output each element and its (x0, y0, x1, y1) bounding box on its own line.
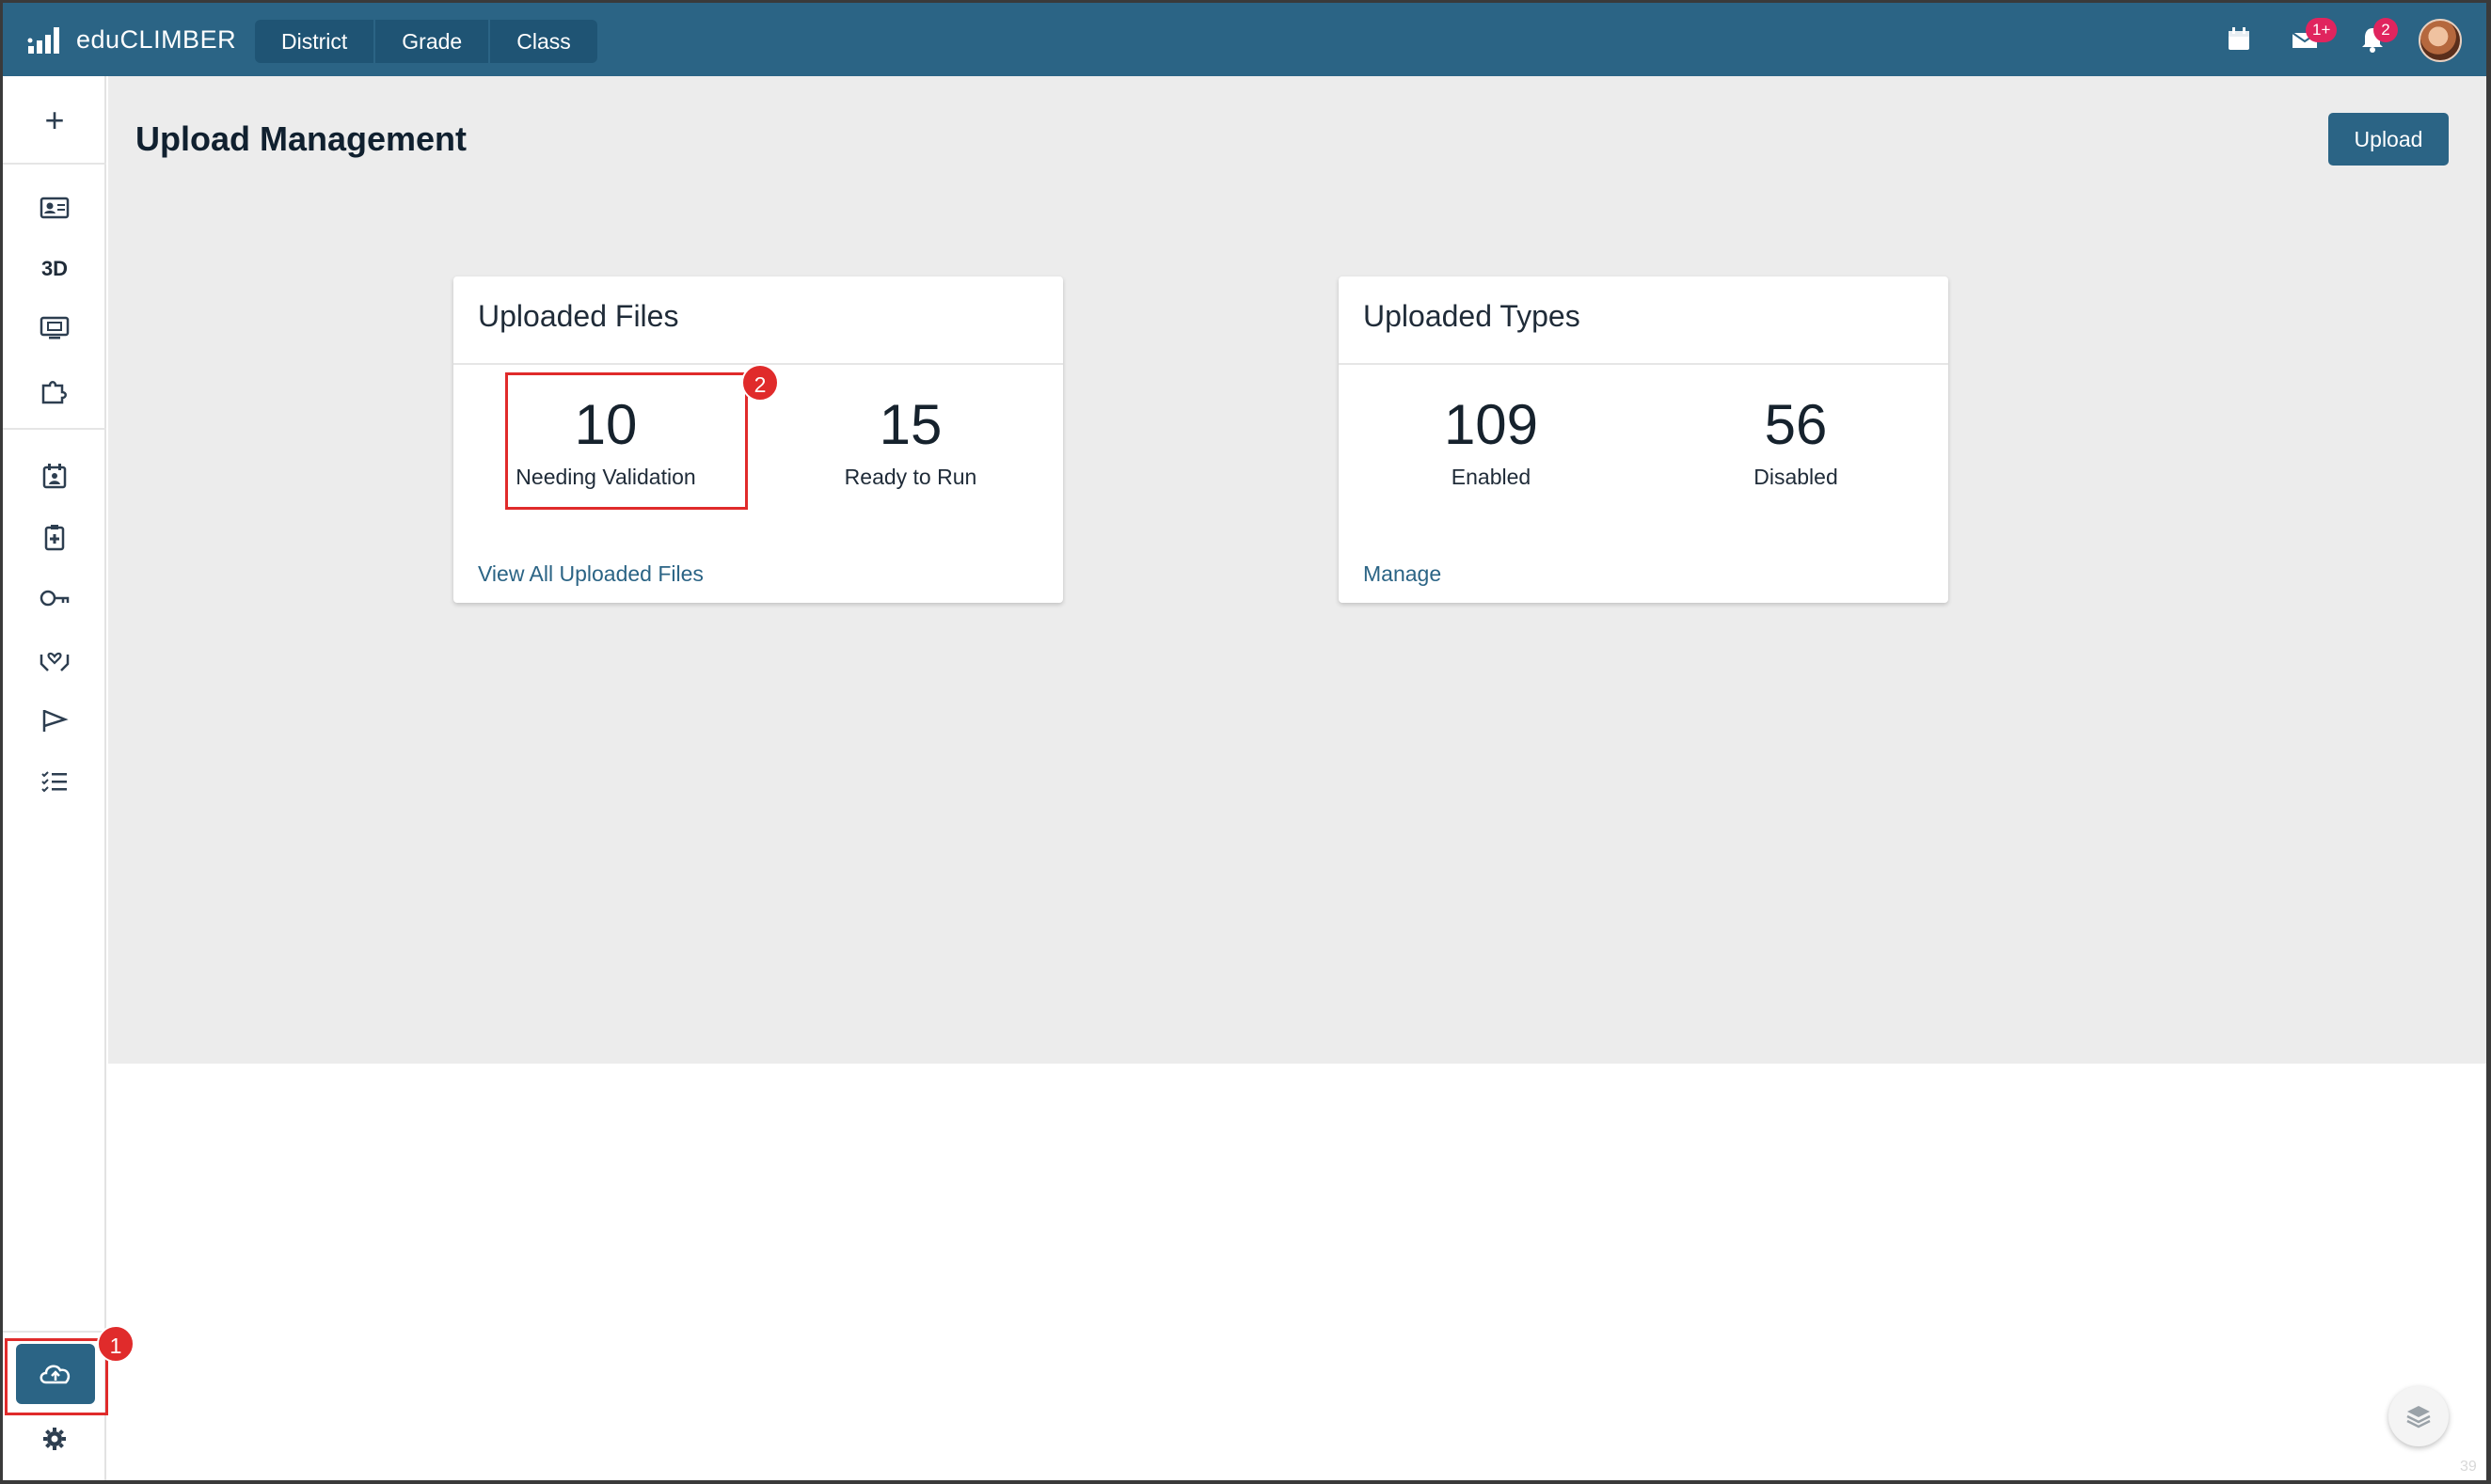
cloud-upload-icon (40, 1365, 71, 1384)
notifications-badge: 2 (2373, 18, 2398, 42)
stat-label: Needing Validation (516, 465, 696, 489)
sidebar-item-3d[interactable]: 3D (3, 245, 106, 292)
sidebar-item-dashboard[interactable] (3, 305, 106, 352)
checklist-icon (41, 771, 67, 793)
sidebar-item-goals[interactable] (3, 697, 106, 744)
sidebar: + 3D (3, 76, 106, 1480)
brand-name[interactable]: eduCLIMBER (76, 25, 236, 55)
key-icon (40, 590, 70, 607)
top-navigation-bar: eduCLIMBER District Grade Class 1+ 2 (3, 3, 2486, 76)
settings-button[interactable] (3, 1415, 106, 1462)
card-title: Uploaded Types (1339, 276, 1948, 365)
stat-value: 10 (574, 393, 638, 456)
sidebar-item-access[interactable] (3, 575, 106, 622)
calendar-person-icon (42, 464, 67, 489)
upload-management-nav-button[interactable] (16, 1344, 95, 1404)
tab-district[interactable]: District (255, 20, 376, 63)
stat-label: Enabled (1451, 465, 1531, 489)
tab-class[interactable]: Class (490, 20, 597, 63)
sidebar-item-health[interactable] (3, 513, 106, 560)
app-window: eduCLIMBER District Grade Class 1+ 2 + 3… (3, 3, 2486, 1480)
card-title: Uploaded Files (453, 276, 1063, 365)
sidebar-item-profile[interactable] (3, 184, 106, 231)
stat-value: 56 (1764, 393, 1828, 456)
plus-icon: + (44, 101, 65, 139)
disabled-stat[interactable]: 56 Disabled (1683, 393, 1909, 490)
sidebar-divider (3, 163, 106, 165)
step-1-badge: 1 (97, 1325, 135, 1363)
stat-label: Disabled (1753, 465, 1838, 489)
sidebar-item-tasks[interactable] (3, 758, 106, 805)
uploaded-types-card: Uploaded Types 109 Enabled 56 Disabled M… (1339, 276, 1948, 603)
page-number: 39 (2460, 1459, 2477, 1475)
manage-link[interactable]: Manage (1363, 561, 1441, 587)
sidebar-item-meetings[interactable] (3, 452, 106, 499)
puzzle-icon (41, 381, 67, 404)
monitor-icon (40, 316, 70, 339)
enabled-stat[interactable]: 109 Enabled (1378, 393, 1604, 490)
scope-tabs: District Grade Class (255, 20, 597, 63)
sidebar-divider (3, 1331, 106, 1333)
user-avatar[interactable] (2419, 19, 2462, 62)
sidebar-item-interventions[interactable] (3, 636, 106, 683)
id-card-icon (40, 197, 70, 219)
stat-value: 109 (1443, 393, 1539, 456)
ready-to-run-stat[interactable]: 15 Ready to Run (798, 393, 1023, 490)
layers-button[interactable] (2388, 1386, 2449, 1446)
sidebar-item-integrations[interactable] (3, 367, 106, 414)
stat-value: 15 (879, 393, 943, 456)
calendar-icon[interactable] (2223, 24, 2255, 55)
needing-validation-stat[interactable]: 10 Needing Validation (493, 393, 719, 490)
page-title: Upload Management (135, 119, 468, 158)
hands-heart-icon (40, 652, 70, 671)
layers-icon (2406, 1406, 2431, 1429)
flag-icon (42, 709, 69, 732)
step-2-badge: 2 (741, 364, 779, 402)
messages-badge: 1+ (2306, 18, 2338, 42)
bar-chart-logo-icon[interactable] (26, 24, 64, 55)
clipboard-health-icon (44, 525, 65, 551)
add-button[interactable]: + (3, 97, 106, 144)
stat-label: Ready to Run (844, 465, 977, 489)
uploaded-files-card: Uploaded Files 10 Needing Validation 15 … (453, 276, 1063, 603)
gear-icon (43, 1428, 66, 1450)
view-all-uploaded-files-link[interactable]: View All Uploaded Files (478, 561, 704, 587)
tab-grade[interactable]: Grade (375, 20, 491, 63)
sidebar-divider (3, 428, 106, 430)
upload-button[interactable]: Upload (2328, 113, 2449, 166)
